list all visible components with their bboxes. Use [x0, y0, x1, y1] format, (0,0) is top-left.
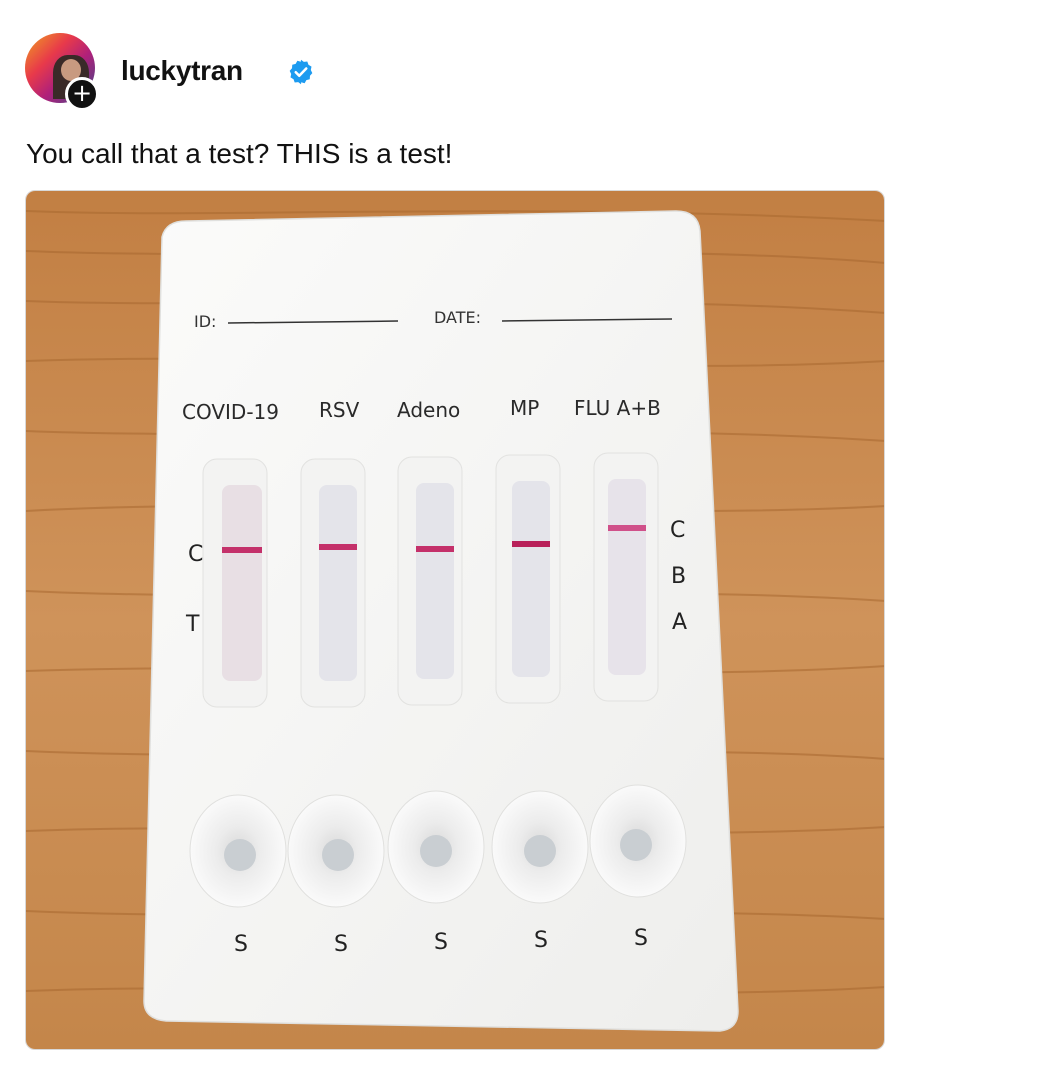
marker-c-right: C — [670, 518, 685, 543]
sample-label: S — [434, 930, 448, 955]
strip-flu — [593, 452, 659, 702]
post-image[interactable]: ID: DATE: COVID-19 RSV Adeno MP FLU A+B — [25, 190, 885, 1050]
follow-plus-icon[interactable]: + — [65, 77, 99, 111]
strip-rsv — [300, 458, 366, 708]
test-name-rsv: RSV — [319, 398, 360, 422]
username[interactable]: luckytran — [121, 55, 243, 87]
sample-label: S — [534, 928, 548, 953]
date-label: DATE: — [434, 308, 481, 327]
control-line — [416, 546, 454, 552]
strip-adeno — [397, 456, 463, 706]
verified-badge-icon — [289, 59, 313, 85]
sample-label: S — [234, 932, 248, 957]
sample-well — [287, 794, 385, 908]
post-caption: You call that a test? THIS is a test! — [26, 138, 453, 169]
post-header: + luckytran — [25, 33, 625, 111]
sample-well — [589, 784, 687, 898]
test-name-covid: COVID-19 — [182, 400, 279, 424]
test-name-adeno: Adeno — [397, 398, 460, 422]
marker-b-right: B — [671, 564, 686, 589]
control-line — [608, 525, 646, 531]
sample-label: S — [334, 932, 348, 957]
marker-t-left: T — [185, 612, 200, 637]
sample-well — [491, 790, 589, 904]
marker-c-left: C — [188, 542, 203, 567]
id-label: ID: — [194, 312, 216, 331]
test-name-flu: FLU A+B — [574, 396, 661, 420]
control-line — [222, 547, 262, 553]
sample-label: S — [634, 926, 648, 951]
sample-well — [189, 794, 287, 908]
sample-well — [387, 790, 485, 904]
test-name-mp: MP — [510, 396, 539, 420]
strip-covid — [202, 458, 268, 708]
control-line — [319, 544, 357, 550]
marker-a-right: A — [672, 610, 687, 635]
control-line — [512, 541, 550, 547]
strip-mp — [495, 454, 561, 704]
